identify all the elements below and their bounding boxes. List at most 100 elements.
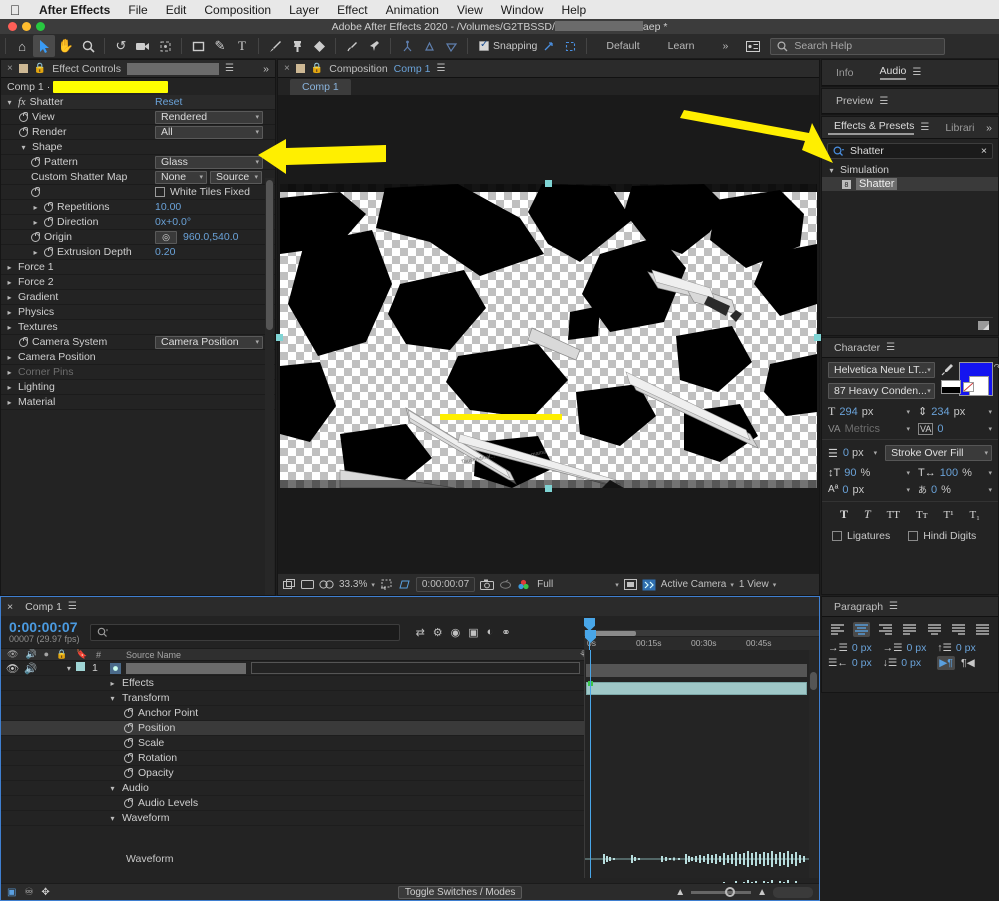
stopwatch-icon[interactable] [124, 769, 133, 778]
layer-source-name[interactable] [110, 662, 586, 674]
panel-menu-icon[interactable]: ☰ [886, 342, 895, 353]
space-after-field[interactable]: ↓☰0 px [883, 656, 938, 670]
chevron-down-icon[interactable]: ▾ [988, 425, 992, 433]
menu-file[interactable]: File [119, 3, 156, 17]
stopwatch-icon[interactable] [44, 203, 53, 212]
justify-all-icon[interactable] [974, 622, 991, 637]
new-folder-icon[interactable] [978, 320, 990, 331]
rtl-direction-button[interactable]: ¶◀ [961, 657, 975, 669]
effect-row-camera-position[interactable]: ▸Camera Position [1, 350, 275, 365]
stroke-mode-dropdown[interactable]: Stroke Over Fill ▾ [885, 445, 992, 461]
composition-mini-flowchart-icon[interactable]: ⇄ [416, 626, 425, 639]
panel-menu-icon[interactable]: ☰ [68, 601, 77, 612]
chevron-down-icon[interactable]: ▾ [5, 98, 14, 107]
horizontal-scale-control[interactable]: T↔ 100 % ▾ [910, 467, 992, 479]
effect-point-value[interactable]: 960.0,540.0 [183, 231, 238, 243]
effect-row-lighting[interactable]: ▸Lighting [1, 380, 275, 395]
panel-menu-icon[interactable]: ☰ [225, 63, 234, 74]
chevron-right-icon[interactable]: ▸ [5, 278, 14, 287]
effect-number-value[interactable]: 0x+0.0° [155, 216, 191, 228]
origin-picker-icon[interactable]: ◎ [155, 231, 177, 244]
chevron-right-icon[interactable]: ▸ [31, 218, 40, 227]
effect-controls-scrollbar[interactable] [265, 178, 274, 595]
lock-icon[interactable]: 🔒 [56, 649, 67, 660]
frame-blending-icon[interactable]: ▣ [468, 626, 478, 639]
title-action-safe-icon[interactable] [319, 579, 334, 590]
search-help-field[interactable]: Search Help [770, 38, 945, 55]
effect-row-pattern[interactable]: PatternGlass▾ [1, 155, 275, 170]
rotation-tool-icon[interactable]: ↺ [110, 35, 132, 57]
effect-row-material[interactable]: ▸Material [1, 395, 275, 410]
timeline-tab-label[interactable]: Comp 1 [25, 601, 62, 613]
effect-row-corner-pins[interactable]: ▸Corner Pins [1, 365, 275, 380]
timeline-vertical-scrollbar[interactable] [809, 650, 818, 878]
chevron-down-icon[interactable]: ▾ [64, 664, 73, 673]
chevron-down-icon[interactable]: ▾ [108, 784, 117, 793]
ligatures-toggle[interactable]: Ligatures [832, 530, 890, 542]
eyedropper-icon[interactable] [941, 363, 954, 376]
kerning-control[interactable]: VA Metrics ▾ [828, 423, 910, 435]
text-tool-icon[interactable]: T [231, 35, 253, 57]
small-caps-button[interactable]: Tт [916, 509, 928, 521]
effect-header-shatter[interactable]: ▾ fx Shatter Reset [1, 95, 275, 110]
tab-paragraph[interactable]: Paragraph [828, 601, 883, 613]
font-style-dropdown[interactable]: 87 Heavy Conden... ▾ [828, 383, 935, 399]
justify-last-left-icon[interactable] [901, 622, 918, 637]
solo-icon[interactable]: ● [44, 649, 49, 660]
tsume-control[interactable]: あ 0 % ▾ [910, 483, 992, 496]
hindi-digits-checkbox[interactable] [908, 531, 918, 541]
camera-tool-icon[interactable] [132, 35, 154, 57]
menu-composition[interactable]: Composition [195, 3, 280, 17]
menu-after-effects[interactable]: After Effects [30, 3, 119, 17]
chevron-right-icon[interactable]: ▸ [5, 263, 14, 272]
video-visibility-icon[interactable]: 👁 [6, 662, 19, 675]
subscript-button[interactable]: T₁ [969, 509, 980, 521]
chevron-down-icon[interactable]: ▾ [988, 408, 992, 416]
brush-tool-icon[interactable] [264, 35, 286, 57]
chevron-down-icon[interactable]: ▾ [827, 166, 836, 175]
toggle-mask-icon[interactable] [301, 579, 314, 590]
zoom-in-icon[interactable]: ▲ [757, 887, 767, 898]
menu-view[interactable]: View [448, 3, 492, 17]
timeline-scroll-thumb[interactable] [773, 887, 813, 898]
all-caps-button[interactable]: TT [887, 509, 900, 521]
video-visibility-icon[interactable]: 👁 [7, 649, 18, 660]
stopwatch-icon[interactable] [124, 799, 133, 808]
justify-last-right-icon[interactable] [950, 622, 967, 637]
expand-panels-icon[interactable]: » [986, 122, 992, 134]
motion-blur-icon[interactable]: ◐ [487, 626, 494, 639]
effect-row-view[interactable]: ViewRendered▾ [1, 110, 275, 125]
lock-icon[interactable]: 🔒 [34, 63, 46, 74]
stopwatch-icon[interactable] [31, 188, 40, 197]
lock-icon[interactable]: 🔒 [311, 63, 323, 74]
canvas-handle-bottom[interactable] [545, 485, 552, 492]
layer-label-color[interactable] [76, 662, 85, 671]
default-colors-icon[interactable] [941, 380, 961, 394]
snap-vertex-icon[interactable] [537, 35, 559, 57]
effect-row-custom-shatter-map[interactable]: Custom Shatter MapNone▾Source▾ [1, 170, 275, 185]
shatter-map-source-dropdown[interactable]: Source▾ [210, 171, 262, 184]
space-before-field[interactable]: ↑☰0 px [937, 642, 992, 654]
expand-panels-icon[interactable]: » [263, 63, 269, 75]
stopwatch-icon[interactable] [19, 128, 28, 137]
chevron-right-icon[interactable]: ▸ [5, 368, 14, 377]
stopwatch-icon[interactable] [19, 113, 28, 122]
chevron-down-icon[interactable]: ▾ [19, 143, 28, 152]
align-right-icon[interactable] [877, 622, 894, 637]
puppet-starch-icon[interactable] [396, 35, 418, 57]
apple-logo-icon[interactable]:  [0, 3, 30, 17]
indent-right-field[interactable]: ☰←0 px [828, 656, 883, 670]
effect-row-physics[interactable]: ▸Physics [1, 305, 275, 320]
composition-canvas[interactable]: Tausendmal... mama * [280, 184, 817, 488]
no-stroke-icon[interactable] [963, 382, 974, 392]
layer-name-field[interactable] [251, 662, 580, 674]
ligatures-checkbox[interactable] [832, 531, 842, 541]
effect-dropdown[interactable]: Rendered▾ [155, 111, 263, 124]
tab-info[interactable]: Info [828, 67, 854, 79]
leading-control[interactable]: ⇕ 234 px ▾ [910, 404, 992, 419]
stopwatch-icon[interactable] [44, 248, 53, 257]
layer-switches-icon[interactable]: ♾ [24, 887, 33, 898]
white-tiles-fixed-checkbox[interactable] [155, 187, 165, 197]
menu-window[interactable]: Window [492, 3, 553, 17]
workspace-more-icon[interactable]: » [709, 40, 743, 52]
